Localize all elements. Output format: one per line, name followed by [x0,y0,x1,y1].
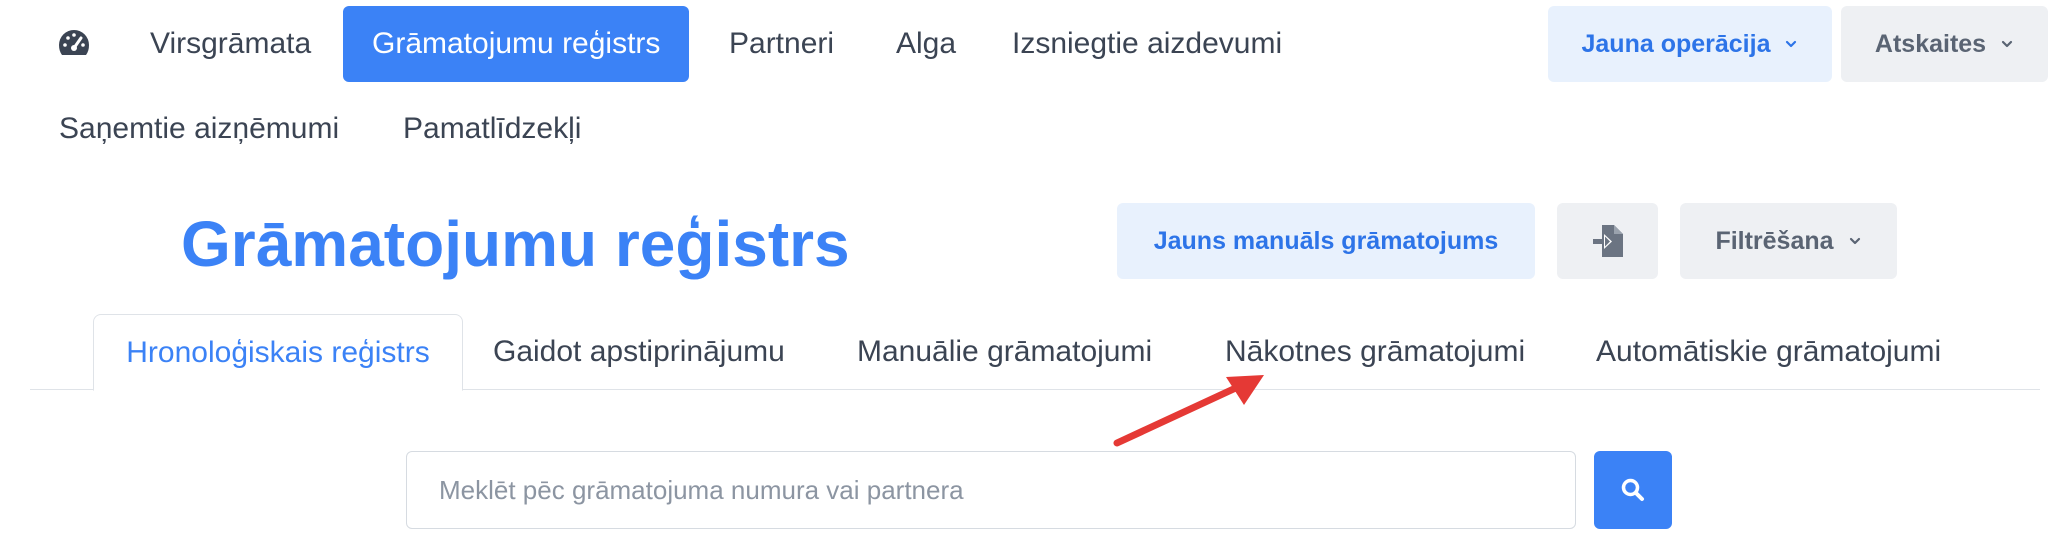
chevron-down-icon [1786,40,1797,48]
nav-item-ledger[interactable]: Virsgrāmata [121,6,340,82]
filter-label: Filtrēšana [1715,226,1834,255]
new-manual-entry-label: Jauns manuāls grāmatojums [1153,226,1499,255]
new-operation-dropdown[interactable]: Jauna operācija [1548,6,1832,82]
import-button[interactable] [1557,203,1658,279]
tab-chronological-register[interactable]: Hronoloģiskais reģistrs [93,314,463,391]
new-manual-entry-button[interactable]: Jauns manuāls grāmatojums [1117,203,1535,279]
nav-item-entries-register[interactable]: Grāmatojumu reģistrs [343,6,690,82]
search-input[interactable] [406,451,1576,529]
search-icon [1621,478,1644,501]
filter-dropdown[interactable]: Filtrēšana [1680,203,1897,279]
tab-pending-approval[interactable]: Gaidot apstiprinājumu [493,314,785,390]
nav-item-salary[interactable]: Alga [867,6,985,82]
file-import-icon [1592,225,1623,257]
search-button[interactable] [1594,451,1672,529]
reports-label: Atskaites [1874,29,1987,58]
nav-item-fixed-assets[interactable]: Pamatlīdzekļi [374,91,610,167]
nav-item-received-loans[interactable]: Saņemtie aizņēmumi [30,91,368,167]
chevron-down-icon [1849,237,1860,245]
tab-automatic-entries[interactable]: Automātiskie grāmatojumi [1596,314,1941,390]
new-operation-label: Jauna operācija [1581,29,1771,58]
page-title: Grāmatojumu reģistrs [181,208,850,280]
dashboard-icon[interactable] [57,28,91,58]
chevron-down-icon [2001,40,2013,48]
annotation-arrow [1113,375,1264,447]
nav-item-partners[interactable]: Partneri [700,6,863,82]
reports-dropdown[interactable]: Atskaites [1841,6,2048,82]
nav-item-issued-loans[interactable]: Izsniegtie aizdevumi [983,6,1311,82]
